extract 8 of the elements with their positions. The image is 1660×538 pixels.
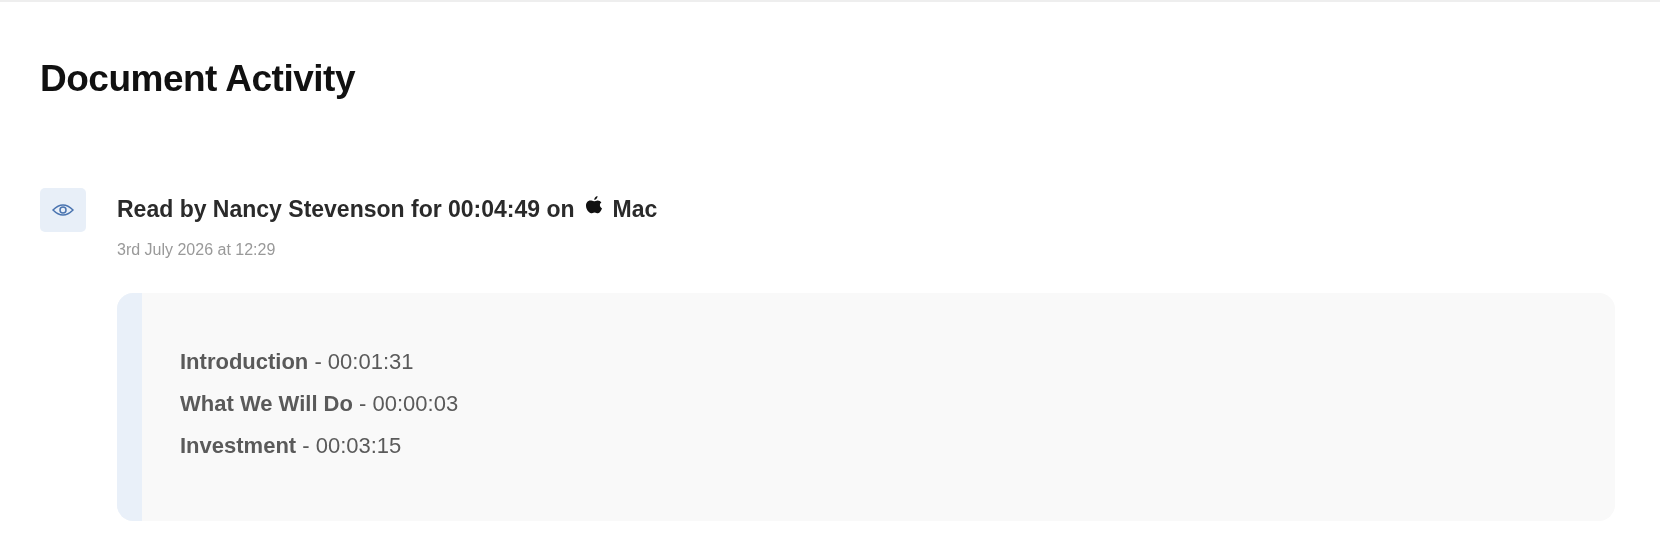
activity-headline: Read by Nancy Stevenson for 00:04:49 on — [117, 196, 575, 223]
activity-timestamp: 3rd July 2026 at 12:29 — [117, 241, 277, 259]
section-duration: Introduction - 00:01:31 — [180, 349, 415, 375]
page-title: Document Activity — [40, 58, 357, 100]
device-name: Mac — [612, 196, 658, 223]
section-duration: Investment - 00:03:15 — [180, 433, 403, 459]
eye-icon — [40, 188, 86, 232]
section-duration: What We Will Do - 00:00:03 — [180, 391, 459, 417]
